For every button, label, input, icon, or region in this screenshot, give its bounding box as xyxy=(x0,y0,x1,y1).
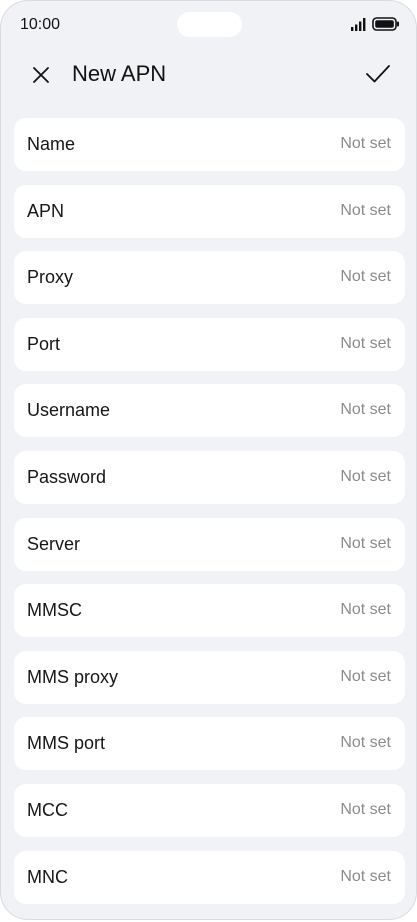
close-icon xyxy=(33,67,49,83)
field-value: Not set xyxy=(340,334,391,352)
camera-cutout xyxy=(177,12,242,37)
field-row-username[interactable]: Username Not set xyxy=(14,384,405,438)
field-value: Not set xyxy=(340,268,391,286)
field-label: MMSC xyxy=(27,600,82,621)
close-button[interactable] xyxy=(27,61,55,89)
field-label: Username xyxy=(27,400,111,421)
field-row-apn[interactable]: APN Not set xyxy=(14,184,405,238)
check-icon xyxy=(366,65,390,83)
field-label: MCC xyxy=(27,799,68,820)
field-label: Port xyxy=(27,333,61,354)
field-value: Not set xyxy=(340,135,391,152)
field-value: Not set xyxy=(340,401,391,419)
field-value: Not set xyxy=(340,667,391,685)
field-row-server[interactable]: Server Not set xyxy=(14,517,405,571)
field-label: Server xyxy=(27,533,81,554)
field-label: APN xyxy=(27,200,65,221)
field-label: Name xyxy=(27,134,76,154)
signal-icon xyxy=(351,18,366,31)
app-header: New APN xyxy=(1,49,416,99)
field-row-mmsc[interactable]: MMSC Not set xyxy=(14,584,405,638)
field-row-mnc[interactable]: MNC Not set xyxy=(14,850,405,904)
field-label: MMS port xyxy=(27,733,106,754)
field-value: Not set xyxy=(340,534,391,552)
field-label: MMS proxy xyxy=(27,666,119,687)
field-value: Not set xyxy=(340,800,391,818)
field-value: Not set xyxy=(340,734,391,752)
field-row-mcc[interactable]: MCC Not set xyxy=(14,783,405,837)
confirm-button[interactable] xyxy=(363,59,393,89)
field-value: Not set xyxy=(340,867,391,885)
field-label: Proxy xyxy=(27,267,74,288)
phone-screen: 10:00 New APN Name Not set APN Not set P… xyxy=(0,0,417,920)
field-label: Password xyxy=(27,466,107,487)
status-time: 10:00 xyxy=(20,16,61,33)
battery-icon xyxy=(372,17,399,31)
field-label: MNC xyxy=(27,866,68,887)
field-value: Not set xyxy=(340,467,391,485)
field-value: Not set xyxy=(340,201,391,219)
field-row-mms-proxy[interactable]: MMS proxy Not set xyxy=(14,650,405,704)
field-row-name[interactable]: Name Not set xyxy=(14,118,405,171)
field-value: Not set xyxy=(340,601,391,619)
apn-field-list: Name Not set APN Not set Proxy Not set P… xyxy=(14,118,405,917)
status-bar: 10:00 xyxy=(1,1,416,47)
field-row-proxy[interactable]: Proxy Not set xyxy=(14,251,405,305)
field-row-port[interactable]: Port Not set xyxy=(14,317,405,371)
page-title: New APN xyxy=(72,61,167,86)
field-row-mms-port[interactable]: MMS port Not set xyxy=(14,717,405,771)
field-row-password[interactable]: Password Not set xyxy=(14,450,405,504)
